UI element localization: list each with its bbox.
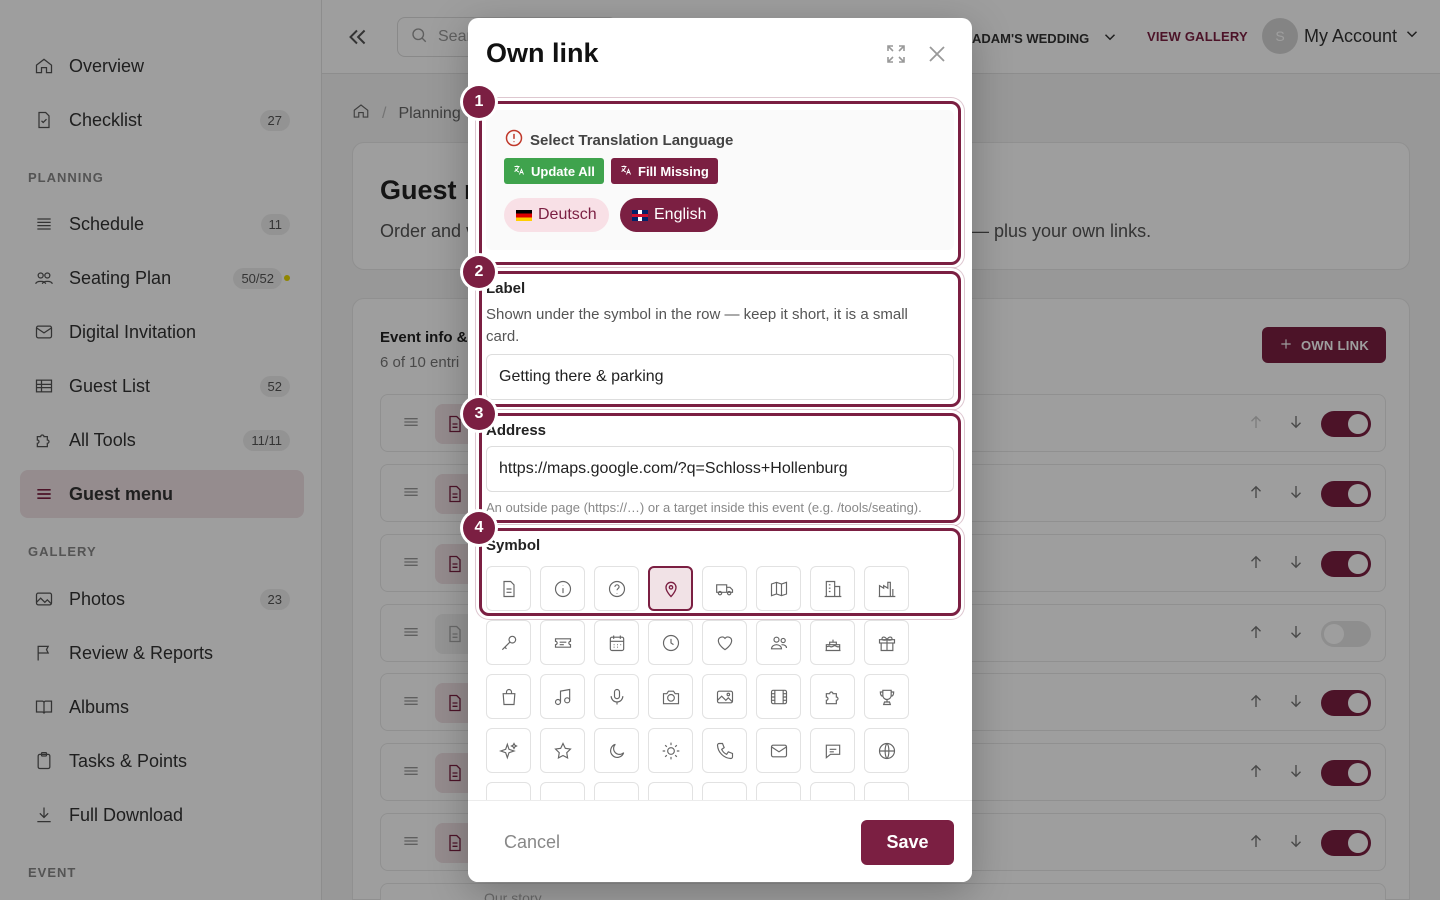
- update-all-button[interactable]: Update All: [504, 158, 604, 184]
- phone-icon[interactable]: [702, 728, 747, 773]
- symbol-field-label: Symbol: [486, 537, 541, 554]
- translate-icon: [620, 164, 632, 179]
- document-icon[interactable]: [486, 566, 531, 611]
- callout-number: 4: [463, 512, 495, 544]
- language-chip-english[interactable]: English: [620, 198, 719, 232]
- puzzle-icon[interactable]: [810, 674, 855, 719]
- callout-number: 1: [463, 86, 495, 118]
- symbol-option[interactable]: [756, 782, 801, 800]
- chat-icon[interactable]: [810, 728, 855, 773]
- german-flag-icon: [516, 209, 532, 221]
- symbol-option[interactable]: [810, 782, 855, 800]
- fill-missing-button[interactable]: Fill Missing: [611, 158, 718, 184]
- symbol-grid: [486, 566, 966, 800]
- symbol-option[interactable]: [540, 782, 585, 800]
- address-field-label: Address: [486, 422, 547, 439]
- truck-icon[interactable]: [702, 566, 747, 611]
- symbol-option[interactable]: [648, 782, 693, 800]
- sun-icon[interactable]: [648, 728, 693, 773]
- symbol-option[interactable]: [864, 782, 909, 800]
- callout-number: 2: [463, 256, 495, 288]
- dialog-footer: Cancel Save: [468, 800, 972, 882]
- fill-missing-label: Fill Missing: [638, 163, 709, 179]
- symbol-option[interactable]: [594, 782, 639, 800]
- label-field-label: Label: [486, 280, 526, 297]
- translate-icon: [513, 164, 525, 179]
- translation-heading-text: Select Translation Language: [530, 131, 734, 149]
- heart-icon[interactable]: [702, 620, 747, 665]
- address-input[interactable]: https://maps.google.com/?q=Schloss+Holle…: [486, 446, 954, 492]
- map-pin-icon[interactable]: [648, 566, 693, 611]
- star-icon[interactable]: [540, 728, 585, 773]
- moon-icon[interactable]: [594, 728, 639, 773]
- sparkles-icon[interactable]: [486, 728, 531, 773]
- bag-icon[interactable]: [486, 674, 531, 719]
- dialog-title: Own link: [486, 38, 599, 68]
- building-icon[interactable]: [810, 566, 855, 611]
- language-chip-deutsch[interactable]: Deutsch: [504, 198, 609, 232]
- trophy-icon[interactable]: [864, 674, 909, 719]
- uk-flag-icon: [632, 209, 648, 221]
- camera-icon[interactable]: [648, 674, 693, 719]
- address-input-value: https://maps.google.com/?q=Schloss+Holle…: [499, 460, 848, 477]
- image-icon[interactable]: [702, 674, 747, 719]
- close-icon[interactable]: [925, 42, 949, 71]
- film-icon[interactable]: [756, 674, 801, 719]
- cancel-button[interactable]: Cancel: [504, 832, 560, 853]
- clock-icon[interactable]: [648, 620, 693, 665]
- key-icon[interactable]: [486, 620, 531, 665]
- save-button[interactable]: Save: [861, 820, 954, 865]
- own-link-dialog: Own link Select Translation Language Upd…: [468, 18, 972, 882]
- symbol-option[interactable]: [702, 782, 747, 800]
- address-field-hint: An outside page (https://…) or a target …: [486, 500, 922, 515]
- callout-number: 3: [463, 398, 495, 430]
- gift-icon[interactable]: [864, 620, 909, 665]
- label-input-value: Getting there & parking: [499, 368, 664, 385]
- info-icon[interactable]: [540, 566, 585, 611]
- factory-icon[interactable]: [864, 566, 909, 611]
- language-label: English: [654, 206, 707, 223]
- globe-icon[interactable]: [864, 728, 909, 773]
- language-label: Deutsch: [538, 206, 597, 223]
- symbol-option[interactable]: [486, 782, 531, 800]
- people-icon[interactable]: [756, 620, 801, 665]
- alert-icon: [504, 128, 524, 152]
- mail-icon[interactable]: [756, 728, 801, 773]
- calendar-icon[interactable]: [594, 620, 639, 665]
- translation-heading: Select Translation Language: [504, 128, 733, 152]
- label-field-help: Shown under the symbol in the row — keep…: [486, 306, 908, 345]
- music-icon[interactable]: [540, 674, 585, 719]
- cake-icon[interactable]: [810, 620, 855, 665]
- ticket-icon[interactable]: [540, 620, 585, 665]
- label-input[interactable]: Getting there & parking: [486, 354, 954, 400]
- mic-icon[interactable]: [594, 674, 639, 719]
- map-icon[interactable]: [756, 566, 801, 611]
- question-icon[interactable]: [594, 566, 639, 611]
- update-all-label: Update All: [531, 163, 595, 179]
- expand-icon[interactable]: [884, 42, 908, 71]
